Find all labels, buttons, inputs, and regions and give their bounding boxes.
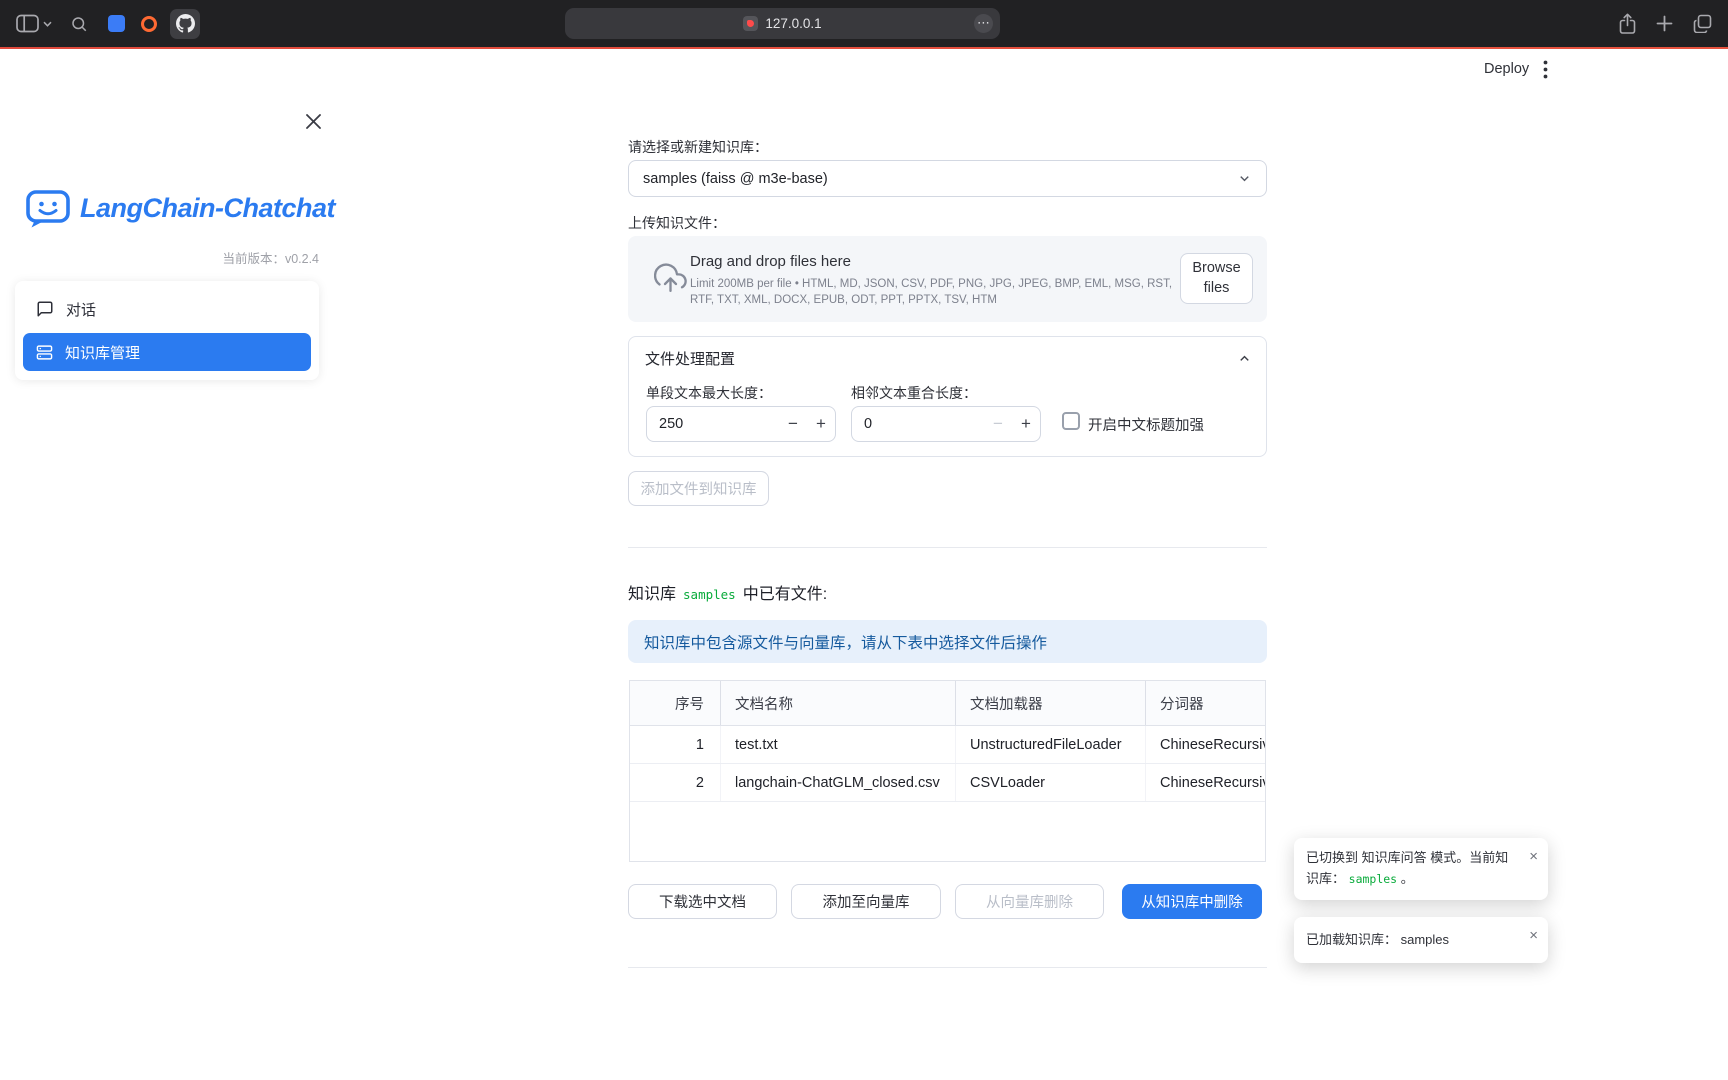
kb-selectbox[interactable]: samples (faiss @ m3e-base) [628, 160, 1267, 197]
toast-text: 已加载知识库： samples [1306, 930, 1449, 951]
files-table: 序号 文档名称 文档加载器 分词器 1 test.txt Unstructure… [629, 680, 1266, 862]
table-row[interactable]: 2 langchain-ChatGLM_closed.csv CSVLoader… [630, 764, 1265, 802]
chatchat-logo-icon [25, 187, 71, 229]
close-icon[interactable]: × [1529, 924, 1538, 948]
toolbar-left [16, 0, 200, 47]
chat-bubble-icon [36, 300, 54, 318]
close-sidebar-icon[interactable] [301, 109, 325, 133]
expander-header[interactable]: 文件处理配置 [629, 337, 1266, 380]
site-favicon [743, 16, 758, 31]
pinned-tab-ring-icon[interactable] [141, 16, 157, 32]
sidebar-toggle-icon[interactable] [16, 14, 39, 33]
chevron-up-icon [1237, 351, 1252, 366]
files-heading: 知识库 samples 中已有文件: [628, 580, 827, 604]
chevron-down-icon [1237, 171, 1252, 186]
cell-index: 1 [630, 726, 721, 763]
download-selected-button[interactable]: 下载选中文档 [628, 884, 777, 919]
url-more-icon[interactable]: ⋯ [974, 14, 993, 33]
toolbar-right [1619, 0, 1712, 47]
uploader-hint: Limit 200MB per file • HTML, MD, JSON, C… [690, 277, 1176, 308]
browse-files-button[interactable]: Browse files [1180, 253, 1253, 304]
close-icon[interactable]: × [1529, 845, 1538, 869]
overlap-value: 0 [852, 416, 984, 432]
url-bar[interactable]: 127.0.0.1 ⋯ [565, 8, 1000, 39]
table-header-row: 序号 文档名称 文档加载器 分词器 [630, 681, 1265, 726]
file-uploader-dropzone[interactable]: Drag and drop files here Limit 200MB per… [628, 236, 1267, 322]
kb-selected-option: samples (faiss @ m3e-base) [643, 171, 828, 187]
url-text: 127.0.0.1 [765, 16, 821, 31]
table-row[interactable]: 1 test.txt UnstructuredFileLoader Chines… [630, 726, 1265, 764]
deploy-button[interactable]: Deploy [1484, 61, 1529, 77]
toast-text: 。 [1401, 871, 1414, 886]
col-header-index[interactable]: 序号 [630, 681, 721, 725]
overlap-label: 相邻文本重合长度： [851, 383, 977, 403]
uploader-title: Drag and drop files here [690, 253, 851, 270]
chevron-down-icon[interactable] [43, 21, 52, 27]
delete-from-vector-store-button[interactable]: 从向量库删除 [955, 884, 1104, 919]
search-icon[interactable] [70, 15, 88, 33]
share-icon[interactable] [1619, 13, 1636, 35]
toast-code: samples [1349, 872, 1397, 886]
kebab-menu-icon[interactable] [1543, 60, 1548, 79]
toast-notification: 已切换到 知识库问答 模式。当前知识库： samples 。 × [1294, 838, 1548, 900]
increment-button[interactable]: + [807, 414, 835, 434]
chunk-size-label: 单段文本最大长度： [646, 383, 772, 403]
chunk-size-value: 250 [647, 416, 779, 432]
cell-loader: CSVLoader [956, 764, 1146, 801]
delete-from-kb-button[interactable]: 从知识库中删除 [1122, 884, 1262, 919]
col-header-splitter[interactable]: 分词器 [1146, 681, 1265, 725]
expander-title: 文件处理配置 [645, 348, 735, 369]
browser-toolbar: 127.0.0.1 ⋯ [0, 0, 1728, 47]
cell-splitter: ChineseRecursive [1146, 726, 1265, 763]
divider [628, 547, 1267, 548]
kb-name-code: samples [683, 587, 736, 602]
chunk-size-input[interactable]: 250 − + [646, 406, 836, 442]
overlap-input[interactable]: 0 − + [851, 406, 1041, 442]
database-icon [36, 344, 53, 361]
logo-text: LangChain-Chatchat [80, 193, 335, 224]
sidebar: LangChain-Chatchat 当前版本：v0.2.4 对话 知识库管理 [0, 49, 334, 1080]
upload-label: 上传知识文件： [628, 213, 726, 233]
add-to-vector-store-button[interactable]: 添加至向量库 [791, 884, 941, 919]
nav-item-label: 对话 [66, 299, 96, 320]
decrement-button[interactable]: − [984, 414, 1012, 434]
cell-name: langchain-ChatGLM_closed.csv [721, 764, 956, 801]
divider [628, 967, 1267, 968]
github-tab-icon[interactable] [170, 9, 200, 39]
info-message: 知识库中包含源文件与向量库，请从下表中选择文件后操作 [628, 620, 1267, 663]
files-heading-prefix: 知识库 [628, 580, 676, 604]
increment-button[interactable]: + [1012, 414, 1040, 434]
file-config-expander: 文件处理配置 单段文本最大长度： 相邻文本重合长度： 250 − + 0 − +… [628, 336, 1267, 457]
tab-overview-icon[interactable] [1693, 14, 1712, 33]
cell-splitter: ChineseRecursive [1146, 764, 1265, 801]
nav-item-label: 知识库管理 [65, 342, 140, 363]
nav-menu: 对话 知识库管理 [15, 281, 319, 380]
decrement-button[interactable]: − [779, 414, 807, 434]
info-message-text: 知识库中包含源文件与向量库，请从下表中选择文件后操作 [644, 631, 1047, 653]
version-label: 当前版本：v0.2.4 [222, 248, 319, 267]
cell-loader: UnstructuredFileLoader [956, 726, 1146, 763]
upload-cloud-icon [654, 262, 687, 295]
col-header-loader[interactable]: 文档加载器 [956, 681, 1146, 725]
zh-title-checkbox[interactable] [1062, 412, 1080, 430]
kb-select-label: 请选择或新建知识库： [628, 137, 768, 157]
files-heading-suffix: 中已有文件: [743, 580, 827, 604]
pinned-tab-blue-icon[interactable] [108, 15, 125, 32]
col-header-name[interactable]: 文档名称 [721, 681, 956, 725]
nav-item-kb-management[interactable]: 知识库管理 [23, 333, 311, 371]
toast-notification: 已加载知识库： samples × [1294, 917, 1548, 963]
nav-item-dialogue[interactable]: 对话 [23, 290, 311, 328]
cell-index: 2 [630, 764, 721, 801]
new-tab-icon[interactable] [1656, 15, 1673, 32]
cell-name: test.txt [721, 726, 956, 763]
app-logo: LangChain-Chatchat [25, 187, 335, 229]
add-files-button[interactable]: 添加文件到知识库 [628, 471, 769, 506]
zh-title-checkbox-label: 开启中文标题加强 [1088, 414, 1204, 435]
